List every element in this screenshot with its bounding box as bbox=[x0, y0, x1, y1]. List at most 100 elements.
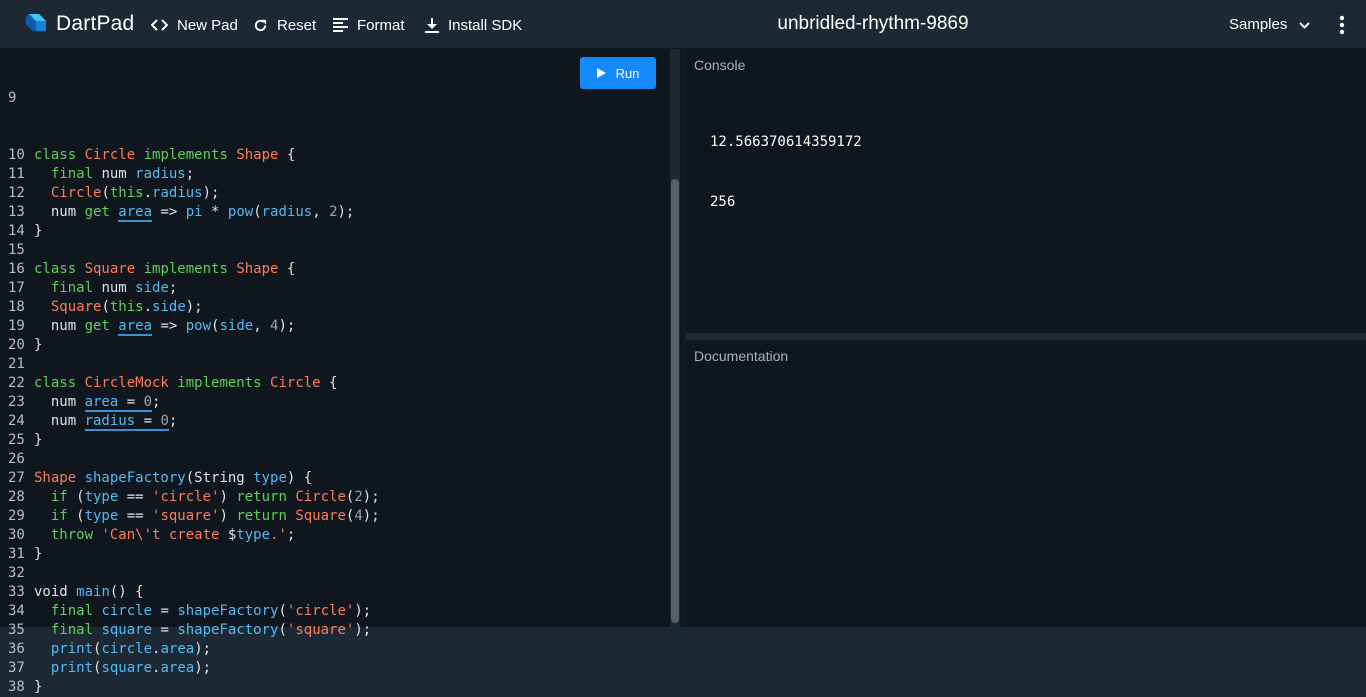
code-token: == bbox=[118, 489, 153, 505]
line-number: 17 bbox=[8, 280, 25, 296]
line-number: 34 bbox=[8, 603, 25, 619]
new-pad-button[interactable]: New Pad bbox=[151, 14, 238, 36]
dartpad-logo[interactable]: DartPad bbox=[24, 12, 134, 36]
code-token: 'circle' bbox=[152, 489, 220, 505]
reset-button[interactable]: Reset bbox=[253, 14, 316, 36]
horizontal-splitter[interactable] bbox=[686, 333, 1366, 340]
editor-scrollbar-thumb[interactable] bbox=[671, 179, 679, 623]
code-line: 11 final num radius; bbox=[0, 165, 380, 184]
code-token: type bbox=[84, 489, 119, 505]
console-output: 12.566370614359172 256 bbox=[710, 92, 862, 252]
line-number: 14 bbox=[8, 223, 25, 239]
code-token: . bbox=[143, 299, 153, 315]
code-token: Square bbox=[50, 299, 102, 315]
code-token: { bbox=[320, 375, 338, 391]
code-line: 13 num get area => pi * pow(radius, 2); bbox=[0, 203, 380, 222]
code-lines[interactable]: 9 10 class Circle implements Shape {11 fi… bbox=[0, 51, 380, 697]
console-line: 12.566370614359172 bbox=[710, 134, 862, 150]
code-token: Square bbox=[84, 261, 136, 277]
line-number: 9 bbox=[8, 90, 17, 106]
code-line: 17 final num side; bbox=[0, 279, 380, 298]
line-number: 12 bbox=[8, 185, 25, 201]
code-token: { bbox=[278, 261, 296, 277]
code-token: 4 bbox=[354, 508, 363, 524]
code-token: side bbox=[152, 299, 186, 315]
line-number: 29 bbox=[8, 508, 25, 524]
code-token: final bbox=[50, 166, 102, 182]
code-token: . bbox=[152, 660, 161, 676]
code-token: ( bbox=[101, 185, 110, 201]
code-token: pow bbox=[185, 318, 212, 334]
code-token: this bbox=[109, 299, 144, 315]
code-token: shapeFactory bbox=[177, 622, 279, 638]
code-token: return bbox=[236, 489, 296, 505]
line-number: 31 bbox=[8, 546, 25, 562]
code-token: ); bbox=[362, 508, 380, 524]
code-line: 25} bbox=[0, 431, 380, 450]
code-token: final bbox=[50, 622, 102, 638]
run-button[interactable]: Run bbox=[580, 57, 656, 89]
code-editor[interactable]: 9 10 class Circle implements Shape {11 fi… bbox=[0, 49, 682, 695]
line-number: 28 bbox=[8, 489, 25, 505]
code-token: ); bbox=[362, 489, 380, 505]
code-token: ; bbox=[152, 394, 161, 410]
more-menu-button[interactable] bbox=[1333, 14, 1351, 36]
code-line: 24 num radius = 0; bbox=[0, 412, 380, 431]
code-token: get bbox=[84, 204, 119, 220]
code-token: if bbox=[50, 508, 68, 524]
code-line: 12 Circle(this.radius); bbox=[0, 184, 380, 203]
code-line: 19 num get area => pow(side, 4); bbox=[0, 317, 380, 336]
code-line: 28 if (type == 'circle') return Circle(2… bbox=[0, 488, 380, 507]
install-sdk-label: Install SDK bbox=[448, 16, 523, 34]
line-number: 20 bbox=[8, 337, 25, 353]
code-token: num bbox=[101, 166, 136, 182]
code-line: 29 if (type == 'square') return Square(4… bbox=[0, 507, 380, 526]
code-line: 18 Square(this.side); bbox=[0, 298, 380, 317]
install-sdk-button[interactable]: Install SDK bbox=[425, 14, 522, 36]
code-token: ); bbox=[202, 185, 220, 201]
code-line: 31} bbox=[0, 545, 380, 564]
code-token: shapeFactory bbox=[177, 603, 279, 619]
code-token: side bbox=[135, 280, 169, 296]
refresh-icon bbox=[253, 18, 268, 33]
code-token: = bbox=[152, 622, 178, 638]
line-number: 26 bbox=[8, 451, 25, 467]
code-token: implements bbox=[168, 375, 271, 391]
line-number: 33 bbox=[8, 584, 25, 600]
code-token: } bbox=[34, 223, 43, 239]
line-number: 30 bbox=[8, 527, 25, 543]
code-token: ); bbox=[185, 299, 203, 315]
code-line: 33 void main() { bbox=[0, 583, 380, 602]
samples-dropdown[interactable]: Samples bbox=[1229, 16, 1311, 33]
documentation-label: Documentation bbox=[694, 348, 789, 364]
code-token: ; bbox=[168, 413, 178, 429]
line-number: 15 bbox=[8, 242, 25, 258]
code-token: . bbox=[152, 641, 161, 657]
code-token: == bbox=[118, 508, 153, 524]
code-token: void bbox=[34, 584, 77, 600]
code-token: if bbox=[50, 489, 68, 505]
code-token: num bbox=[34, 413, 85, 429]
new-pad-label: New Pad bbox=[177, 16, 238, 34]
code-line: 34 final circle = shapeFactory('circle')… bbox=[0, 602, 380, 621]
logo-text: DartPad bbox=[56, 12, 135, 35]
code-token: ( bbox=[278, 603, 287, 619]
code-token: Shape bbox=[236, 147, 279, 163]
line-number: 11 bbox=[8, 166, 25, 182]
format-button[interactable]: Format bbox=[333, 14, 405, 36]
app-header: DartPad New Pad Reset Format Install SDK… bbox=[0, 0, 1366, 49]
samples-label: Samples bbox=[1229, 16, 1288, 33]
code-token: { bbox=[278, 147, 296, 163]
code-token: ( bbox=[67, 508, 85, 524]
code-token: ; bbox=[185, 166, 195, 182]
code-token: } bbox=[34, 432, 43, 448]
code-token: 2 bbox=[329, 204, 338, 220]
code-token: ; bbox=[286, 527, 296, 543]
code-token: 0 bbox=[143, 394, 153, 412]
console-line: 256 bbox=[710, 194, 736, 210]
code-token: area bbox=[160, 641, 195, 657]
